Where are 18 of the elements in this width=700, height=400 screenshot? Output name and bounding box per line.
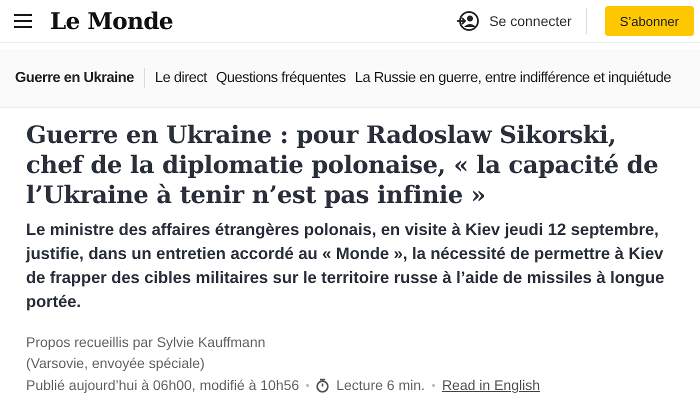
login-link[interactable]: Se connecter xyxy=(489,13,572,29)
separator-dot xyxy=(306,384,310,386)
nav-link[interactable]: Le direct xyxy=(154,70,207,86)
nav-link[interactable]: Questions fréquentes xyxy=(216,70,346,86)
subscribe-button[interactable]: S’abonner xyxy=(604,6,694,36)
article-title: Guerre en Ukraine : pour Radoslaw Sikorski, chef de la diplomatie polonaise, « la capacité de l’Ukraine à tenir n’est pas infinie » xyxy=(26,120,660,210)
separator-dot xyxy=(432,384,435,386)
translation-link[interactable]: Read in English xyxy=(442,374,540,396)
reading-time: Lecture 6 min. xyxy=(336,376,425,395)
nav-link[interactable]: La Russie en guerre, entre indifférence et inquiétude xyxy=(354,70,672,86)
stopwatch-icon xyxy=(316,378,330,392)
standfirst: Le ministre des affaires étrangères polonais, en visite à Kiev jeudi 12 septembre, justifie, dans un entretien accordé au « Monde », la nécessité de permettre à Kiev de frapper des cibles militaires sur le territoire russe à l’aide de missiles à longue portée. xyxy=(26,220,666,313)
author-line: Propos recueillis par Sylvie Kauffmann (Varsovie, envoyée spéciale) xyxy=(26,333,266,373)
logo[interactable]: Le Monde xyxy=(50,8,174,34)
menu-icon[interactable] xyxy=(14,14,32,28)
publication-date: Publié aujourd’hui à 06h00, modifié à 10h56 xyxy=(26,376,300,395)
nav-link[interactable]: Guerre en Ukraine xyxy=(15,70,134,86)
login-icon[interactable] xyxy=(457,11,480,31)
